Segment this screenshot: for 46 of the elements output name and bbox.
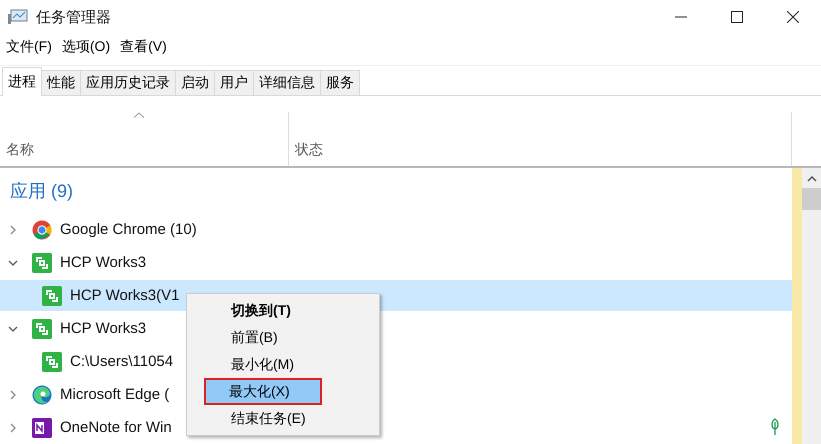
chevron-right-icon[interactable] <box>8 390 18 400</box>
chevron-down-icon[interactable] <box>8 324 18 334</box>
menu-item[interactable]: 查看(V) <box>115 35 172 59</box>
tab[interactable]: 服务 <box>320 70 360 95</box>
name-column-header[interactable]: 名称 <box>0 112 289 166</box>
tab[interactable]: 启动 <box>175 70 215 95</box>
process-name[interactable]: Google Chrome (10) <box>60 221 197 238</box>
process-name[interactable]: C:\Users\11054 <box>70 353 174 370</box>
window-title: 任务管理器 <box>36 8 111 26</box>
scroll-up-icon[interactable] <box>806 176 816 182</box>
process-name[interactable]: HCP Works3 <box>60 320 146 337</box>
chevron-right-icon[interactable] <box>8 422 18 432</box>
process-name[interactable]: HCP Works3(V1 <box>70 287 180 304</box>
context-menu-item[interactable]: 最大化(X) <box>204 378 322 405</box>
process-name[interactable]: HCP Works3 <box>60 254 146 271</box>
context-menu-item[interactable]: 最小化(M) <box>189 351 377 378</box>
tab[interactable]: 应用历史记录 <box>80 70 176 95</box>
column-label: 名称 <box>6 141 34 159</box>
app-icon <box>32 318 52 338</box>
notebook-icon <box>32 418 52 438</box>
chevron-right-icon[interactable] <box>8 224 18 234</box>
tab[interactable]: 性能 <box>41 70 81 95</box>
scrollbar[interactable] <box>802 168 821 444</box>
context-menu-item[interactable]: 前置(B) <box>189 324 377 351</box>
app-icon <box>42 352 62 372</box>
tab[interactable]: 详细信息 <box>253 70 321 95</box>
menu-item[interactable]: 文件(F) <box>1 35 57 59</box>
group-heading: 应用 (9) <box>10 180 73 203</box>
context-menu-item[interactable]: 结束任务(E) <box>189 405 377 432</box>
chrome-icon <box>32 220 52 240</box>
sort-caret-icon <box>133 112 145 118</box>
menu-item[interactable]: 选项(O) <box>56 35 116 59</box>
chevron-down-icon[interactable] <box>8 258 18 268</box>
close-icon <box>787 11 799 23</box>
edge-icon <box>32 384 52 404</box>
app-icon <box>42 286 62 306</box>
status-column-header[interactable]: 状态 <box>289 112 792 166</box>
column-label: 状态 <box>295 141 323 159</box>
tab[interactable]: 用户 <box>214 70 254 95</box>
process-name[interactable]: OneNote for Win <box>60 419 172 436</box>
tab[interactable]: 进程 <box>2 67 42 96</box>
scroll-thumb[interactable] <box>802 188 821 210</box>
maximize-icon <box>731 11 743 23</box>
app-icon <box>32 252 52 272</box>
process-name[interactable]: Microsoft Edge ( <box>60 386 170 403</box>
monitor-icon <box>8 9 28 25</box>
